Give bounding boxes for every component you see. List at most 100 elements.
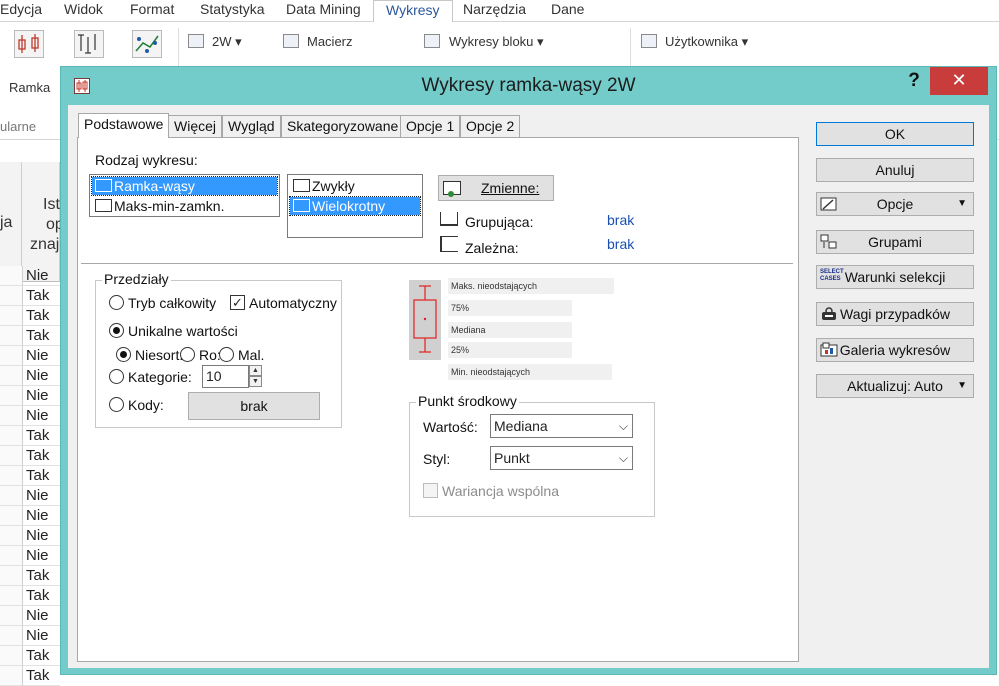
kategorie-input[interactable]: 10 [202, 365, 249, 388]
checkbox-wariancja[interactable] [423, 483, 438, 498]
ramka-label[interactable]: Ramka [9, 80, 50, 95]
menu-narzedzia[interactable]: Narzędzia [463, 0, 526, 22]
multiple-chart-icon [293, 199, 310, 212]
close-button[interactable]: ✕ [930, 67, 988, 95]
dialog-window: Wykresy ramka-wąsy 2W ? ✕ Podstawowe Wię… [60, 66, 997, 675]
sheet-row-gutter [0, 666, 22, 686]
table-cell[interactable]: Nie [22, 386, 60, 406]
list-item-label: Ramka-wąsy [114, 178, 195, 194]
table-cell[interactable]: Nie [22, 266, 60, 286]
tab-wiecej[interactable]: Więcej [168, 115, 223, 137]
list-item-zwykly[interactable]: Zwykły [290, 177, 420, 195]
chart-mode-list: Zwykły Wielokrotny [287, 174, 423, 238]
kody-label: Kody: [128, 397, 164, 413]
range-plot-icon[interactable] [74, 30, 104, 58]
table-cell[interactable]: Tak [22, 286, 60, 306]
sheet-row-gutter [0, 646, 22, 666]
table-cell[interactable]: Tak [22, 586, 60, 606]
table-cell[interactable]: Tak [22, 426, 60, 446]
ok-button[interactable]: OK [816, 122, 974, 146]
ribbon-uzytkownika[interactable]: Użytkownika ▾ [665, 34, 748, 50]
galeria-wykresow-button[interactable]: Galeria wykresów [816, 338, 974, 362]
spin-up-icon[interactable]: ▲ [249, 365, 262, 376]
sheet-row-gutter [0, 426, 22, 446]
table-cell[interactable]: Tak [22, 446, 60, 466]
menu-format[interactable]: Format [130, 0, 174, 22]
tab-podstawowe[interactable]: Podstawowe [78, 113, 170, 138]
help-button[interactable]: ? [904, 70, 924, 96]
tab-opcje-1[interactable]: Opcje 1 [400, 115, 461, 137]
table-cell[interactable]: Tak [22, 646, 60, 666]
checkbox-automatyczny[interactable]: ✓ [230, 295, 245, 310]
table-cell[interactable]: Nie [22, 486, 60, 506]
legend-q25: 25% [448, 342, 572, 358]
opcje-button[interactable]: Opcje ▼ [816, 192, 974, 216]
tab-wyglad[interactable]: Wygląd [222, 115, 281, 137]
grupujaca-value: brak [607, 212, 635, 228]
wariancja-label: Wariancja wspólna [442, 483, 559, 499]
sheet-row-gutter [0, 626, 22, 646]
warunki-selekcji-button[interactable]: SELECT CASES Warunki selekcji [816, 265, 974, 289]
close-icon: ✕ [951, 70, 967, 90]
ribbon-wykresy-bloku[interactable]: Wykresy bloku ▾ [449, 34, 544, 50]
zmienne-button[interactable]: Zmienne: [438, 175, 554, 201]
grupami-button[interactable]: Grupami [816, 230, 974, 254]
ribbon-2w[interactable]: 2W ▾ [212, 34, 242, 50]
menu-wykresy[interactable]: Wykresy [373, 0, 453, 23]
dialog-titlebar[interactable]: Wykresy ramka-wąsy 2W ? ✕ [61, 67, 996, 105]
table-cell[interactable]: Nie [22, 606, 60, 626]
warunki-label: Warunki selekcji [844, 269, 946, 285]
legend-median: Mediana [448, 322, 572, 338]
menu-edycja[interactable]: Edycja [0, 0, 42, 22]
table-cell[interactable]: Tak [22, 466, 60, 486]
list-item-label: Wielokrotny [312, 198, 386, 214]
list-item-maks-min[interactable]: Maks-min-zamkn. [92, 197, 277, 215]
table-cell[interactable]: Tak [22, 326, 60, 346]
scatter-line-icon[interactable] [132, 30, 162, 58]
radio-tryb-calkowity[interactable] [109, 295, 124, 310]
wartosc-select[interactable]: Mediana ⌵ [490, 414, 633, 438]
radio-unikalne[interactable] [109, 323, 124, 338]
spin-down-icon[interactable]: ▼ [249, 376, 262, 387]
tab-skategoryzowane[interactable]: Skategoryzowane [281, 115, 405, 137]
zalezna-label: Zależna: [465, 240, 519, 256]
table-cell[interactable]: Tak [22, 666, 60, 686]
menu-widok[interactable]: Widok [64, 0, 103, 22]
table-cell[interactable]: Nie [22, 506, 60, 526]
kody-button[interactable]: brak [188, 392, 320, 420]
list-item-ramka-wasy[interactable]: Ramka-wąsy [91, 176, 278, 196]
aktualizuj-button[interactable]: Aktualizuj: Auto ▼ [816, 374, 974, 398]
table-cell[interactable]: Tak [22, 566, 60, 586]
list-item-wielokrotny[interactable]: Wielokrotny [289, 196, 421, 216]
boxplot-icon[interactable] [14, 30, 44, 58]
table-cell[interactable]: Nie [22, 526, 60, 546]
sheet-row-gutter [0, 506, 22, 526]
table-cell[interactable]: Nie [22, 626, 60, 646]
wagi-przypadkow-button[interactable]: Wagi przypadków [816, 302, 974, 326]
tab-opcje-2[interactable]: Opcje 2 [460, 115, 521, 137]
table-cell[interactable]: Nie [22, 406, 60, 426]
table-cell[interactable]: Nie [22, 546, 60, 566]
table-cell[interactable]: Tak [22, 306, 60, 326]
dialog-body: Podstawowe Więcej Wygląd Skategoryzowane… [68, 105, 989, 668]
sheet-header-col: ja [0, 162, 22, 282]
radio-kategorie[interactable] [109, 369, 124, 384]
menu-data-mining[interactable]: Data Mining [286, 0, 361, 22]
sheet-row-gutter [0, 586, 22, 606]
table-cell[interactable]: Nie [22, 366, 60, 386]
table-cell[interactable]: Nie [22, 346, 60, 366]
radio-ro[interactable] [180, 347, 195, 362]
user-icon [641, 34, 657, 48]
menu-dane[interactable]: Dane [551, 0, 584, 22]
radio-niesort[interactable] [116, 347, 131, 362]
sheet-row-gutter [0, 386, 22, 406]
weight-icon [820, 306, 838, 322]
radio-mal[interactable] [219, 347, 234, 362]
cancel-button[interactable]: Anuluj [816, 158, 974, 182]
menu-statystyka[interactable]: Statystyka [200, 0, 265, 22]
ribbon-macierz[interactable]: Macierz [307, 34, 353, 49]
tryb-label: Tryb całkowity [128, 295, 217, 311]
gallery-icon [820, 342, 838, 358]
radio-kody[interactable] [109, 397, 124, 412]
styl-select[interactable]: Punkt ⌵ [490, 446, 633, 470]
